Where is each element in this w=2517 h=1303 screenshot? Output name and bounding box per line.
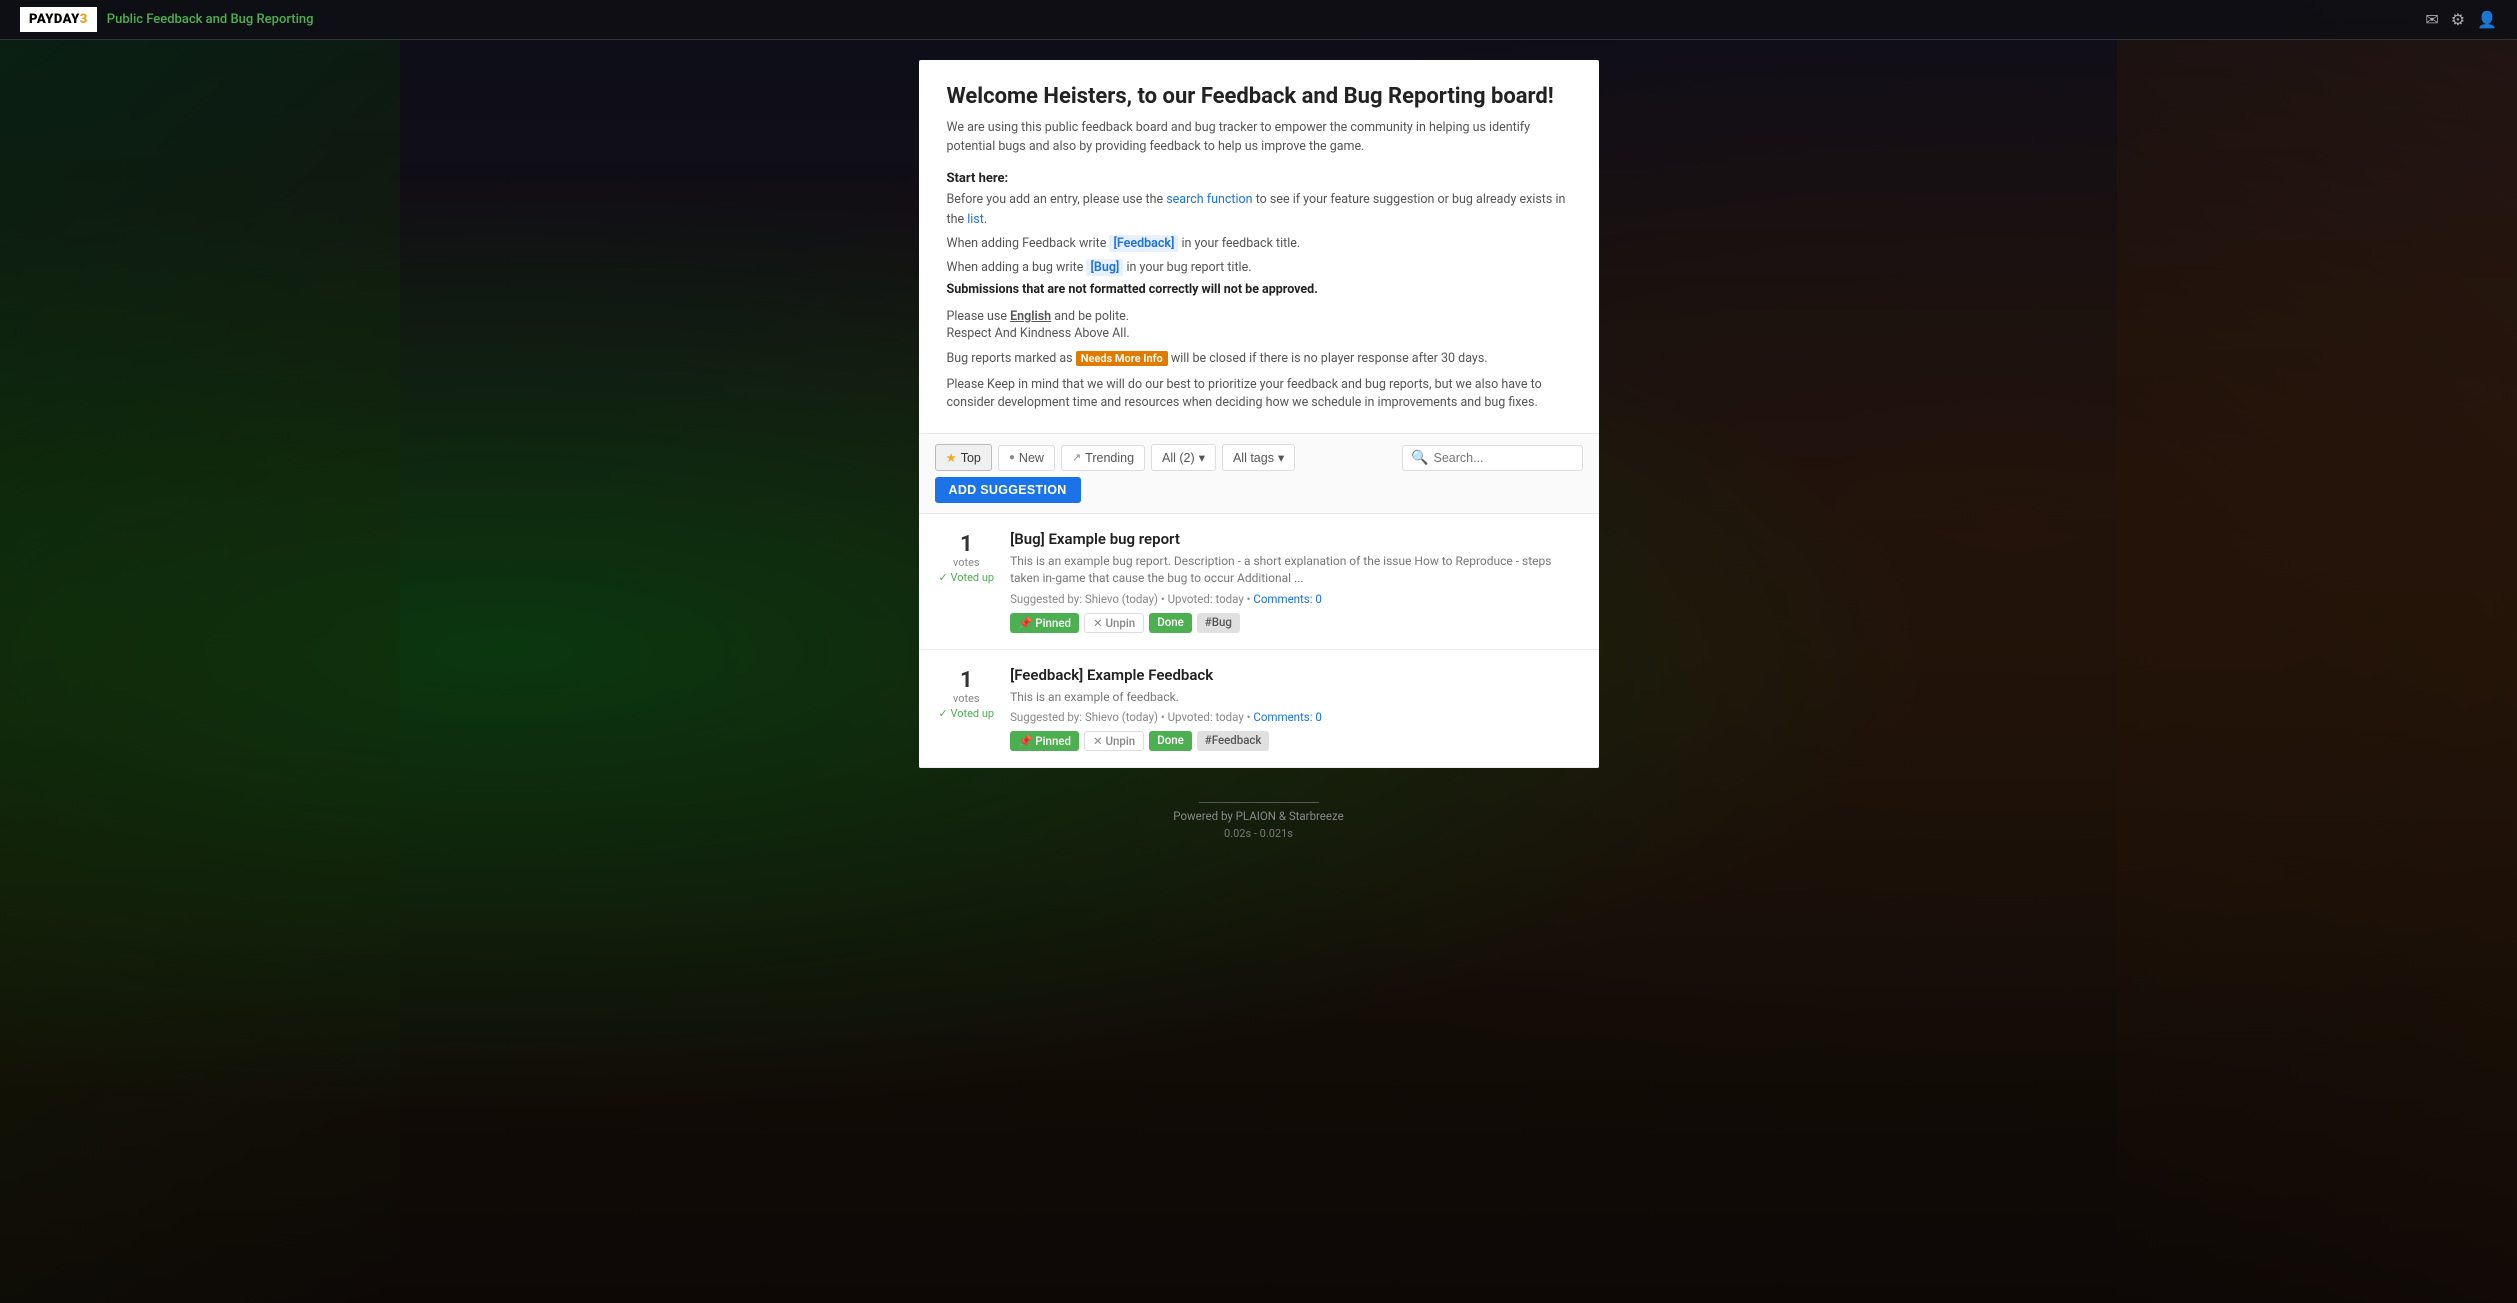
post-item: 1 votes ✓ Voted up [Feedback] Example Fe… <box>919 650 1599 769</box>
post-meta: Suggested by: Shievo (today) • Upvoted: … <box>1010 710 1578 724</box>
tag-pinned[interactable]: 📌 Pinned <box>1010 613 1079 633</box>
start-here-label: Start here: <box>947 171 1571 186</box>
mail-icon[interactable]: ✉ <box>2425 10 2438 29</box>
powered-by: Powered by PLAION & Starbreeze <box>1173 809 1343 823</box>
tag-done[interactable]: Done <box>1149 731 1192 751</box>
filter-trending-label: Trending <box>1085 451 1134 465</box>
logo-text: PAYDAY <box>29 12 80 27</box>
footer-divider <box>1199 802 1319 803</box>
needs-more-info-badge: Needs More Info <box>1076 351 1168 366</box>
user-icon[interactable]: 👤 <box>2477 10 2497 29</box>
tag-bug[interactable]: #Bug <box>1197 613 1240 633</box>
tag-unpin[interactable]: ✕ Unpin <box>1084 731 1144 751</box>
post-item: 1 votes ✓ Voted up [Bug] Example bug rep… <box>919 514 1599 650</box>
vote-count: 1 <box>960 534 973 556</box>
filter-tags-button[interactable]: All tags ▾ <box>1222 444 1295 471</box>
tag-feedback[interactable]: #Feedback <box>1197 731 1270 751</box>
welcome-section: Welcome Heisters, to our Feedback and Bu… <box>919 60 1599 433</box>
filter-tags-chevron: ▾ <box>1278 450 1284 465</box>
vote-section: 1 votes ✓ Voted up <box>939 666 995 720</box>
vote-label: votes <box>953 556 980 569</box>
comments-link[interactable]: Comments: 0 <box>1253 592 1321 606</box>
filter-bar: ★ Top ● New ↗ Trending All (2) ▾ All tag… <box>919 433 1599 514</box>
bug-instruction: When adding a bug write [Bug] in your bu… <box>947 258 1571 278</box>
needs-more-info-note: Bug reports marked as Needs More Info wi… <box>947 351 1571 366</box>
logo: PAYDAY3 <box>20 7 97 32</box>
format-warning: Submissions that are not formatted corre… <box>947 282 1571 297</box>
filter-tags-label: All tags <box>1233 451 1274 465</box>
navbar-brand: PAYDAY3 Public Feedback and Bug Reportin… <box>20 7 2425 32</box>
tag-pinned[interactable]: 📌 Pinned <box>1010 731 1079 751</box>
post-tags: 📌 Pinned ✕ Unpin Done #Bug <box>1010 613 1578 633</box>
vote-section: 1 votes ✓ Voted up <box>939 530 995 584</box>
trend-icon: ↗ <box>1072 451 1081 464</box>
english-emphasis: English <box>1010 309 1051 324</box>
add-suggestion-button[interactable]: ADD SUGGESTION <box>935 477 1081 503</box>
settings-icon[interactable]: ⚙ <box>2451 10 2465 29</box>
search-instruction: Before you add an entry, please use the … <box>947 190 1571 230</box>
filter-new-button[interactable]: ● New <box>998 445 1055 471</box>
filter-trending-button[interactable]: ↗ Trending <box>1061 445 1145 471</box>
posts-container: 1 votes ✓ Voted up [Bug] Example bug rep… <box>919 514 1599 768</box>
comments-link[interactable]: Comments: 0 <box>1253 710 1321 724</box>
navbar-icons: ✉ ⚙ 👤 <box>2425 10 2497 29</box>
site-title: Public Feedback and Bug Reporting <box>107 12 314 27</box>
filter-all-chevron: ▾ <box>1199 450 1205 465</box>
search-icon: 🔍 <box>1411 450 1428 466</box>
post-content: [Feedback] Example Feedback This is an e… <box>1010 666 1578 752</box>
star-icon: ★ <box>946 450 957 465</box>
post-title[interactable]: [Bug] Example bug report <box>1010 530 1578 548</box>
main-wrapper: Welcome Heisters, to our Feedback and Bu… <box>0 40 2517 788</box>
voted-up: ✓ Voted up <box>939 571 995 584</box>
circle-icon: ● <box>1009 452 1015 463</box>
post-excerpt: This is an example bug report. Descripti… <box>1010 553 1578 587</box>
tag-unpin[interactable]: ✕ Unpin <box>1084 613 1144 633</box>
footer: Powered by PLAION & Starbreeze 0.02s - 0… <box>0 788 2517 854</box>
welcome-description: We are using this public feedback board … <box>947 119 1571 157</box>
feedback-instruction: When adding Feedback write [Feedback] in… <box>947 234 1571 254</box>
post-title[interactable]: [Feedback] Example Feedback <box>1010 666 1578 684</box>
timing: 0.02s - 0.021s <box>14 827 2503 840</box>
post-content: [Bug] Example bug report This is an exam… <box>1010 530 1578 633</box>
post-tags: 📌 Pinned ✕ Unpin Done #Feedback <box>1010 731 1578 751</box>
post-excerpt: This is an example of feedback. <box>1010 689 1578 706</box>
filter-top-button[interactable]: ★ Top <box>935 444 992 471</box>
search-box: 🔍 <box>1402 445 1582 471</box>
search-input[interactable] <box>1434 451 1574 465</box>
list-link[interactable]: list <box>967 212 984 227</box>
vote-count: 1 <box>960 670 973 692</box>
lang-note-2: Respect And Kindness Above All. <box>947 326 1571 341</box>
logo-number: 3 <box>80 12 88 27</box>
bug-tag: [Bug] <box>1086 259 1123 276</box>
feedback-tag: [Feedback] <box>1109 235 1178 252</box>
filter-top-label: Top <box>961 451 981 465</box>
add-suggestion-label: ADD SUGGESTION <box>949 483 1067 497</box>
lang-note-1: Please use English and be polite. <box>947 309 1571 324</box>
filter-all-button[interactable]: All (2) ▾ <box>1151 444 1216 471</box>
tag-done[interactable]: Done <box>1149 613 1192 633</box>
post-meta: Suggested by: Shievo (today) • Upvoted: … <box>1010 592 1578 606</box>
filter-all-label: All (2) <box>1162 451 1195 465</box>
content-panel: Welcome Heisters, to our Feedback and Bu… <box>919 60 1599 768</box>
filter-new-label: New <box>1019 451 1044 465</box>
dev-note: Please Keep in mind that we will do our … <box>947 376 1571 414</box>
search-function-link[interactable]: search function <box>1166 192 1252 207</box>
navbar: PAYDAY3 Public Feedback and Bug Reportin… <box>0 0 2517 40</box>
welcome-title: Welcome Heisters, to our Feedback and Bu… <box>947 84 1571 109</box>
vote-label: votes <box>953 692 980 705</box>
voted-up: ✓ Voted up <box>939 707 995 720</box>
